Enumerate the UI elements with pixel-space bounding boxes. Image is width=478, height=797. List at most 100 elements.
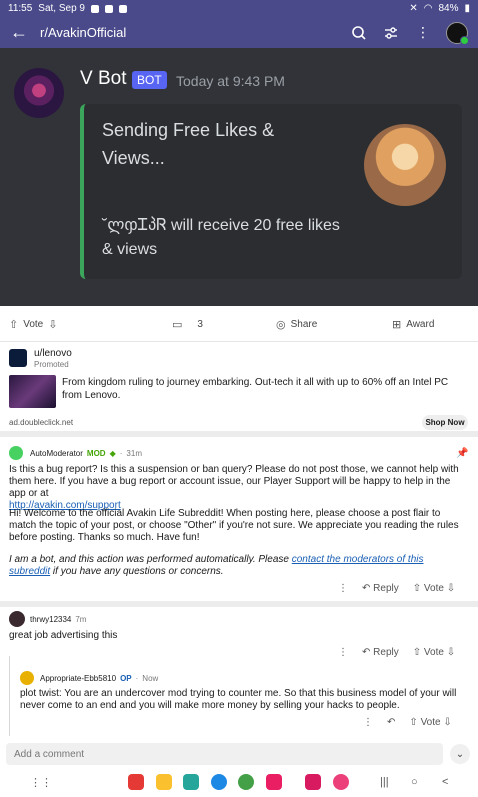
share-icon: ◎ bbox=[276, 319, 286, 331]
comment-divider bbox=[0, 601, 478, 607]
comment-meta: Appropriate-Ebb5810 OP · Now bbox=[40, 674, 159, 683]
comments-count: 3 bbox=[197, 319, 203, 330]
message-timestamp: Today at 9:43 PM bbox=[176, 73, 285, 89]
comment-age: Now bbox=[142, 674, 159, 683]
battery-icon: ▮ bbox=[464, 3, 470, 14]
more-options-icon[interactable]: ⋮ bbox=[414, 24, 432, 42]
comment-icon: ▭ bbox=[172, 319, 183, 331]
embed-thumbnail bbox=[364, 124, 446, 206]
status-time: 11:55 bbox=[8, 3, 33, 14]
notification-icon bbox=[91, 4, 99, 13]
comment-body: Is this a bug report? Is this a suspensi… bbox=[9, 464, 467, 512]
promoted-user[interactable]: u/lenovo bbox=[34, 348, 72, 359]
user-avatar[interactable] bbox=[446, 21, 469, 45]
vote-button[interactable]: ⇧ Vote ⇩ bbox=[413, 647, 455, 658]
vote-button[interactable]: ⇧ Vote ⇩ bbox=[413, 583, 455, 594]
mod-flair: MOD bbox=[86, 449, 106, 458]
subreddit-title[interactable]: r/AvakinOfficial bbox=[40, 25, 126, 40]
comment-author[interactable]: thrwy12334 bbox=[30, 615, 71, 624]
vote-label: Vote bbox=[23, 319, 44, 330]
post-image[interactable]: V Bot BOT Today at 9:43 PM Sending Free … bbox=[0, 48, 478, 306]
notification-icon bbox=[105, 4, 113, 13]
app-icon[interactable] bbox=[156, 774, 172, 790]
back-icon[interactable]: < bbox=[442, 776, 448, 788]
thread-line[interactable] bbox=[9, 656, 10, 736]
appropriate-ebb5810-avatar[interactable] bbox=[20, 671, 34, 685]
message-embed: Sending Free Likes & Views... ˘ლჶᏆპᏒ wil… bbox=[80, 104, 462, 279]
comment-body: plot twist: You are an undercover mod tr… bbox=[20, 688, 457, 711]
comment-body: great job advertising this bbox=[9, 630, 118, 641]
wifi-icon: ◠ bbox=[423, 3, 433, 14]
bot-notice: if you have any questions or concerns. bbox=[52, 566, 224, 577]
op-flair: OP bbox=[120, 674, 132, 683]
bot-avatar bbox=[14, 68, 64, 118]
automoderator-avatar[interactable] bbox=[9, 446, 23, 460]
back-arrow-icon[interactable]: ← bbox=[10, 22, 34, 43]
thrwy12334-avatar[interactable] bbox=[9, 611, 25, 627]
android-nav-bar: ⋮⋮ ||| ○ < bbox=[0, 768, 478, 797]
comment-age: 7m bbox=[75, 615, 87, 624]
comment-actions: ⋮ ↶ Reply ⇧ Vote ⇩ bbox=[338, 647, 455, 658]
share-button[interactable]: ◎ Share bbox=[276, 318, 317, 331]
more-options-icon[interactable]: ⋮ bbox=[338, 583, 348, 594]
pin-icon: 📌 bbox=[456, 448, 469, 459]
downvote-icon[interactable]: ⇩ bbox=[48, 318, 57, 331]
comment-paragraph: Hi! Welcome to the official Avakin Life … bbox=[9, 508, 459, 543]
status-bar: 11:55 Sat, Sep 9 ✕ ◠ 84% ▮ bbox=[0, 0, 478, 17]
status-date: Sat, Sep 9 bbox=[38, 3, 85, 14]
comment-paragraph: Is this a bug report? Is this a suspensi… bbox=[9, 464, 459, 499]
home-icon[interactable]: ○ bbox=[411, 776, 418, 788]
app-icon[interactable] bbox=[266, 774, 282, 790]
shop-now-button[interactable]: Shop Now bbox=[422, 415, 468, 430]
embed-title: Sending Free Likes & Views... bbox=[102, 120, 275, 168]
promoted-tag: Promoted bbox=[34, 360, 69, 369]
app-icon[interactable] bbox=[211, 774, 227, 790]
comment-actions: ⋮ ↶ Reply ⇧ Vote ⇩ bbox=[338, 583, 455, 594]
bot-notice: I am a bot, and this action was performe… bbox=[9, 554, 289, 565]
search-icon[interactable] bbox=[350, 24, 368, 42]
ad-text: From kingdom ruling to journey embarking… bbox=[62, 377, 449, 401]
vote-button[interactable]: ⇧ Vote ⇩ bbox=[409, 717, 451, 728]
comments-button[interactable]: ▭ 3 bbox=[172, 318, 203, 331]
app-drawer-icon[interactable]: ⋮⋮ bbox=[30, 776, 52, 789]
app-icon[interactable] bbox=[128, 774, 144, 790]
mute-icon: ✕ bbox=[409, 3, 418, 14]
promoted-post[interactable]: u/lenovo Promoted From kingdom ruling to… bbox=[0, 342, 478, 437]
reply-button[interactable]: ↶ Reply bbox=[362, 647, 399, 658]
award-label: Award bbox=[406, 319, 435, 330]
app-icon[interactable] bbox=[305, 774, 321, 790]
reply-button[interactable]: ↶ Reply bbox=[362, 583, 399, 594]
app-icon[interactable] bbox=[238, 774, 254, 790]
more-options-icon[interactable]: ⋮ bbox=[363, 717, 373, 728]
comment-meta: AutoModerator MOD ◆ · 31m bbox=[30, 449, 142, 458]
bot-badge: BOT bbox=[132, 71, 167, 89]
post-action-bar: ⇧ Vote ⇩ ▭ 3 ◎ Share ⊞ Award bbox=[0, 306, 478, 342]
comment-author[interactable]: AutoModerator bbox=[30, 449, 83, 458]
comment-meta: thrwy12334 7m bbox=[30, 615, 86, 624]
battery-level: 84% bbox=[438, 3, 459, 14]
notification-icon bbox=[119, 4, 127, 13]
mod-shield-icon: ◆ bbox=[109, 449, 116, 458]
award-button[interactable]: ⊞ Award bbox=[392, 318, 434, 331]
more-options-icon[interactable]: ⋮ bbox=[338, 647, 348, 658]
reply-icon[interactable]: ↶ bbox=[387, 717, 395, 728]
app-icon[interactable] bbox=[183, 774, 199, 790]
comment-age: 31m bbox=[126, 449, 142, 458]
comment-paragraph: I am a bot, and this action was performe… bbox=[9, 554, 467, 578]
upvote-icon[interactable]: ⇧ bbox=[9, 318, 18, 331]
ad-domain: ad.doubleclick.net bbox=[9, 418, 74, 427]
comment-author[interactable]: Appropriate-Ebb5810 bbox=[40, 674, 116, 683]
comment-actions: ⋮ ↶ ⇧ Vote ⇩ bbox=[363, 717, 452, 728]
lenovo-logo bbox=[9, 349, 27, 367]
embed-description: ˘ლჶᏆპᏒ will receive 20 free likes & view… bbox=[102, 217, 340, 258]
recents-icon[interactable]: ||| bbox=[380, 776, 389, 788]
sort-filter-icon[interactable] bbox=[382, 24, 400, 42]
app-icon[interactable] bbox=[333, 774, 349, 790]
bot-name: V Bot bbox=[80, 68, 127, 89]
share-label: Share bbox=[290, 319, 318, 330]
ad-image[interactable] bbox=[9, 375, 56, 408]
add-comment-input[interactable]: Add a comment bbox=[6, 743, 443, 765]
chevron-down-icon[interactable]: ⌄ bbox=[450, 744, 470, 764]
award-icon: ⊞ bbox=[392, 319, 402, 331]
app-bar: ← r/AvakinOfficial ⋮ bbox=[0, 17, 478, 48]
